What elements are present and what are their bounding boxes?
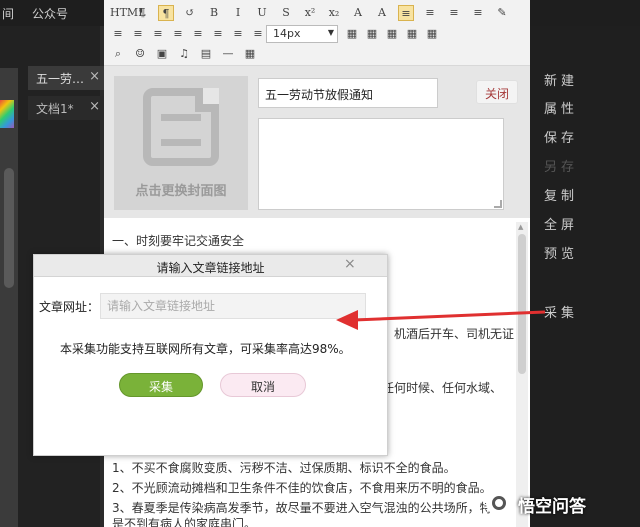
toolbar-button-icon[interactable]: ≡	[230, 26, 246, 42]
toolbar-button-icon[interactable]: S	[278, 5, 294, 21]
toolbar-button-icon[interactable]: ▦	[344, 26, 360, 42]
menu-fullscreen[interactable]: 全屏	[544, 214, 578, 233]
toolbar-button-icon[interactable]: x²	[302, 5, 318, 21]
close-button[interactable]: 关闭	[476, 80, 518, 104]
tab-document-1[interactable]: 五一劳… ×	[28, 66, 104, 90]
article-line: 任何时候、任何水域、	[382, 381, 503, 395]
left-scroll-thumb[interactable]	[4, 168, 14, 288]
toolbar-button-icon[interactable]: ≡	[422, 5, 438, 21]
menu-save[interactable]: 保存	[544, 127, 578, 146]
toolbar-button-icon[interactable]: ☺	[132, 46, 148, 62]
close-icon[interactable]: ×	[344, 256, 356, 272]
toolbar-button-icon[interactable]: ↺	[182, 5, 198, 21]
article-line: 是不到有病人的家庭串门。	[112, 517, 257, 527]
toolbar-button-icon[interactable]: ✎	[494, 5, 510, 21]
dialog-title: 请输入文章链接地址	[156, 261, 265, 275]
toolbar-button-icon[interactable]: ⌕	[110, 46, 126, 62]
cancel-button[interactable]: 取消	[220, 373, 306, 397]
menu-copy[interactable]: 复制	[544, 185, 578, 204]
collect-button[interactable]: 采集	[119, 373, 203, 397]
article-line: 一、时刻要牢记交通安全	[112, 234, 245, 248]
toolbar-button-icon[interactable]: ▤	[198, 46, 214, 62]
cover-change-label[interactable]: 点击更换封面图	[114, 180, 248, 199]
menu-properties[interactable]: 属性	[544, 98, 578, 117]
tab-label: 文档1*	[36, 102, 74, 116]
toolbar-button-icon[interactable]: B	[206, 5, 222, 21]
left-scrollbar[interactable]	[0, 68, 18, 527]
link-dialog: 请输入文章链接地址 × 文章网址： 本采集功能支持互联网所有文章，可采集率高达9…	[33, 254, 388, 456]
watermark: 悟空问答	[486, 488, 636, 520]
toolbar-button-icon[interactable]: ¶	[158, 5, 174, 21]
toolbar-button-icon[interactable]: A	[350, 5, 366, 21]
close-icon[interactable]: ×	[89, 99, 100, 114]
arrow-head	[336, 310, 358, 330]
arrow-shaft	[353, 310, 546, 322]
editor-scrollbar[interactable]: ▲	[516, 222, 528, 527]
toolbar-button-icon[interactable]: ▦	[242, 46, 258, 62]
top-nav-item[interactable]: 间	[2, 5, 14, 22]
toolbar-button-icon[interactable]: ≡	[250, 26, 266, 42]
toolbar-button-icon[interactable]: ▦	[384, 26, 400, 42]
toolbar-button-icon[interactable]: ≡	[170, 26, 186, 42]
tab-document-2[interactable]: 文档1* ×	[28, 96, 104, 120]
toolbar-button-icon[interactable]: HTML	[110, 5, 146, 21]
toolbar-button-icon[interactable]: A	[374, 5, 390, 21]
toolbar-button-icon[interactable]: ≡	[446, 5, 462, 21]
article-line: 1、不买不食腐败变质、污秽不洁、过保质期、标识不全的食品。	[112, 461, 456, 475]
toolbar-button-icon[interactable]: x₂	[326, 5, 342, 21]
resize-grip-icon[interactable]	[494, 200, 502, 208]
toolbar-button-icon[interactable]: ▣	[154, 46, 170, 62]
toolbar-button-icon[interactable]: ≡	[150, 26, 166, 42]
toolbar-button-icon[interactable]: —	[220, 46, 236, 62]
wukong-logo-icon	[486, 490, 512, 516]
article-summary-textarea[interactable]	[258, 118, 504, 210]
menu-save-as[interactable]: 另存	[544, 156, 578, 175]
toolbar-button-icon[interactable]: U	[254, 5, 270, 21]
tab-label: 五一劳…	[36, 72, 85, 86]
image-placeholder-icon	[143, 88, 219, 166]
font-size-value: 14px	[273, 27, 301, 40]
collect-note: 本采集功能支持互联网所有文章，可采集率高达98%。	[60, 342, 351, 356]
toolbar-button-icon[interactable]: ▦	[404, 26, 420, 42]
toolbar-button-icon[interactable]: ≡	[398, 5, 414, 21]
menu-collect[interactable]: 采集	[544, 302, 578, 321]
url-label: 文章网址：	[39, 300, 100, 314]
toolbar-button-icon[interactable]: ♫	[176, 46, 192, 62]
menu-preview[interactable]: 预览	[544, 243, 578, 262]
article-line: 3、春夏季是传染病高发季节，故尽量不要进入空气混浊的公共场所，特别	[112, 501, 504, 515]
toolbar-button-icon[interactable]: ≡	[190, 26, 206, 42]
watermark-text: 悟空问答	[518, 497, 586, 517]
top-nav-wechat[interactable]: 公众号	[32, 5, 68, 22]
menu-new[interactable]: 新建	[544, 70, 578, 89]
toolbar-button-icon[interactable]: ≡	[470, 5, 486, 21]
close-icon[interactable]: ×	[89, 69, 100, 84]
article-url-input[interactable]	[100, 293, 366, 319]
toolbar-button-icon[interactable]: ¶	[134, 5, 150, 21]
article-line: 2、不光顾流动摊档和卫生条件不佳的饮食店，不食用来历不明的食品。	[112, 481, 492, 495]
font-size-select[interactable]: 14px ▼	[266, 25, 338, 43]
toolbar-button-icon[interactable]: I	[230, 5, 246, 21]
toolbar-button-icon[interactable]: ▦	[364, 26, 380, 42]
toolbar-button-icon[interactable]: ≡	[110, 26, 126, 42]
annotation-arrow	[336, 310, 546, 330]
toolbar-button-icon[interactable]: ≡	[210, 26, 226, 42]
toolbar-button-icon[interactable]: ▦	[424, 26, 440, 42]
scroll-up-icon[interactable]: ▲	[518, 223, 523, 231]
toolbar-button-icon[interactable]: ≡	[130, 26, 146, 42]
chevron-down-icon: ▼	[327, 28, 334, 37]
article-title-input[interactable]: 五一劳动节放假通知	[258, 78, 438, 108]
color-swatch-icon	[0, 100, 14, 128]
dialog-header: 请输入文章链接地址 ×	[34, 255, 387, 277]
